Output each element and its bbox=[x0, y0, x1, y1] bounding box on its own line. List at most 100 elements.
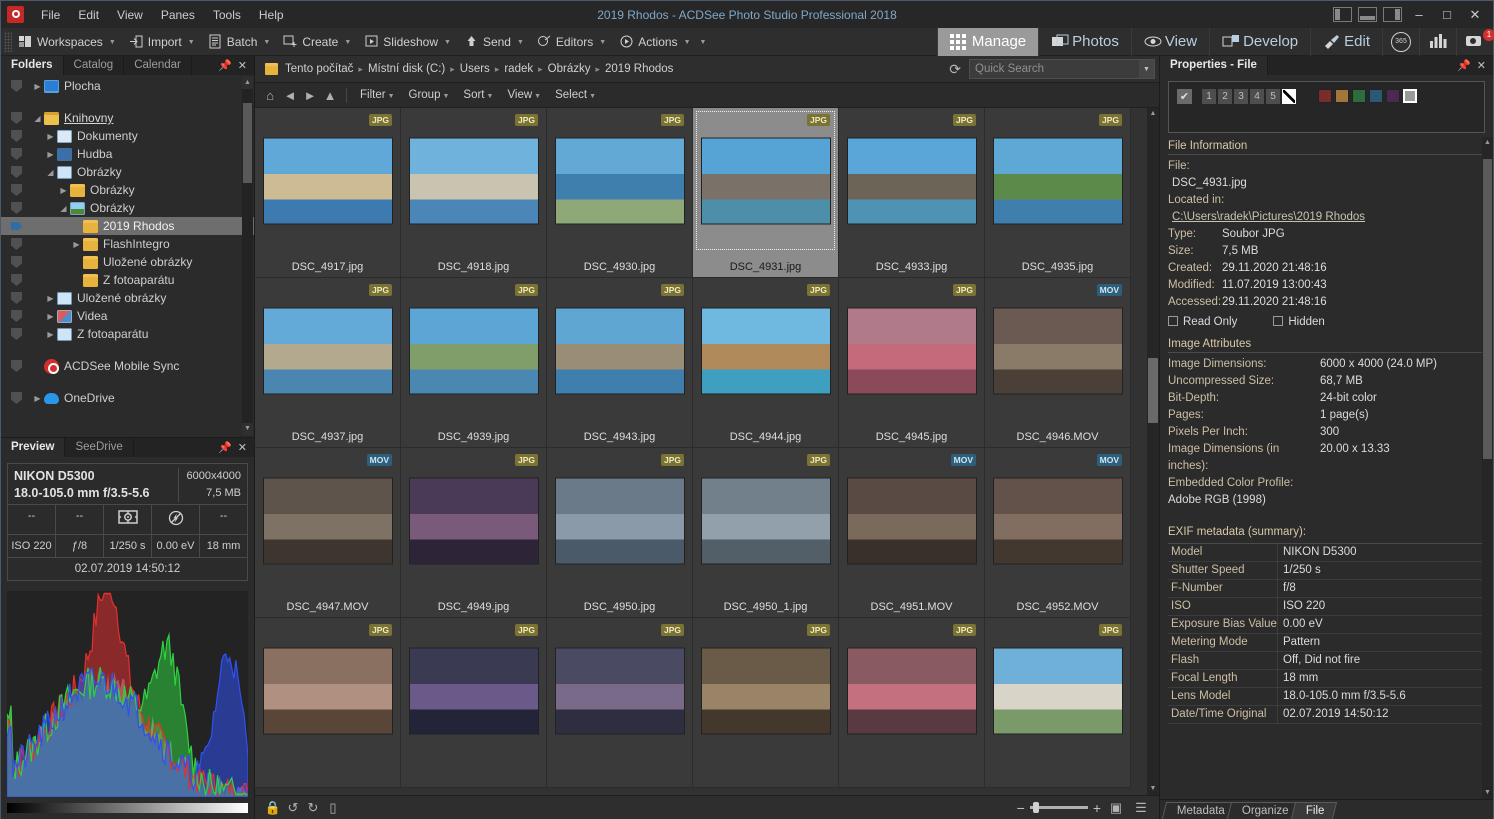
rating-5[interactable]: 5 bbox=[1266, 89, 1280, 104]
select-button[interactable]: Select ▼ bbox=[549, 87, 602, 103]
expander-right-icon[interactable]: ▶ bbox=[44, 330, 57, 339]
chevron-down-icon[interactable]: ▼ bbox=[109, 39, 116, 46]
rating-1[interactable]: 1 bbox=[1202, 89, 1216, 104]
scroll-down-icon[interactable]: ▼ bbox=[1147, 783, 1159, 795]
expander-right-icon[interactable]: ▶ bbox=[31, 82, 44, 91]
editors-button[interactable]: Editors ▼ bbox=[531, 31, 613, 52]
folder-badge-icon[interactable] bbox=[11, 256, 22, 268]
chevron-down-icon[interactable]: ▼ bbox=[344, 39, 351, 46]
workspaces-button[interactable]: Workspaces ▼ bbox=[12, 31, 123, 52]
expander-right-icon[interactable]: ▶ bbox=[44, 132, 57, 141]
thumbnail-cell[interactable]: MOV DSC_4951.MOV bbox=[839, 448, 985, 618]
thumbnail-cell[interactable]: JPG DSC_4918.jpg bbox=[401, 108, 547, 278]
toggle-left-panel-icon[interactable] bbox=[1333, 7, 1352, 22]
grid-scrollbar[interactable]: ▲ ▼ bbox=[1147, 108, 1159, 795]
mode-edit[interactable]: Edit bbox=[1310, 27, 1382, 56]
breadcrumb-segment[interactable]: Users bbox=[457, 61, 493, 77]
actions-button[interactable]: Actions ▼ bbox=[613, 31, 697, 52]
tab-seedrive[interactable]: SeeDrive bbox=[65, 438, 134, 457]
chevron-down-icon[interactable]: ▼ bbox=[517, 39, 524, 46]
checked-icon[interactable]: ✔ bbox=[1177, 89, 1192, 104]
zoom-slider-handle[interactable] bbox=[1032, 802, 1039, 813]
close-button[interactable]: ✕ bbox=[1461, 3, 1489, 27]
thumbnail-cell[interactable]: MOV DSC_4947.MOV bbox=[255, 448, 401, 618]
menu-view[interactable]: View bbox=[108, 4, 152, 26]
checkbox-icon[interactable] bbox=[1273, 316, 1284, 326]
folder-tree[interactable]: ▲ ▼ ▶ Plocha ◢ Knihovny ▶ Dokumenty ▶ Hudba ◢ Obr… bbox=[1, 75, 254, 437]
rating-2[interactable]: 2 bbox=[1218, 89, 1232, 104]
located-value-link[interactable]: C:\Users\radek\Pictures\2019 Rhodos bbox=[1168, 209, 1483, 226]
maximize-button[interactable]: □ bbox=[1433, 3, 1461, 27]
365-button[interactable]: 365 bbox=[1382, 27, 1419, 56]
notifications-button[interactable]: 1 bbox=[1456, 27, 1494, 56]
tree-item-plocha[interactable]: ▶ Plocha bbox=[1, 77, 254, 95]
menu-panes[interactable]: Panes bbox=[152, 4, 204, 26]
checkbox-icon[interactable] bbox=[1168, 316, 1178, 326]
rotate-left-icon[interactable]: ↺ bbox=[283, 799, 303, 817]
color-label-3[interactable] bbox=[1352, 89, 1366, 103]
tree-item-ulo-en-obr-zky[interactable]: ▶ Uložené obrázky bbox=[1, 289, 254, 307]
zoom-control[interactable]: − + ▣ ☰ bbox=[1017, 799, 1151, 817]
menu-help[interactable]: Help bbox=[250, 4, 293, 26]
thumbnail-cell[interactable]: JPG bbox=[985, 618, 1131, 788]
tab-metadata[interactable]: Metadata bbox=[1161, 802, 1238, 819]
create-button[interactable]: Create ▼ bbox=[277, 31, 358, 52]
tree-item-acdsee-mobile-sync[interactable]: ACDSee Mobile Sync bbox=[1, 357, 254, 375]
tab-preview[interactable]: Preview bbox=[1, 438, 66, 457]
breadcrumb-segment[interactable]: radek bbox=[501, 61, 536, 77]
expander-right-icon[interactable]: ▶ bbox=[57, 186, 70, 195]
color-label-4[interactable] bbox=[1369, 89, 1383, 103]
scroll-up-icon[interactable]: ▲ bbox=[242, 77, 253, 89]
slideshow-button[interactable]: Slideshow ▼ bbox=[358, 31, 458, 52]
home-icon[interactable]: ⌂ bbox=[261, 86, 279, 104]
expander-right-icon[interactable]: ▶ bbox=[44, 150, 57, 159]
toolbar-overflow-icon[interactable]: ▼ bbox=[700, 39, 707, 46]
thumbnail-cell[interactable]: JPG DSC_4949.jpg bbox=[401, 448, 547, 618]
thumbnail-cell[interactable]: JPG DSC_4931.jpg bbox=[693, 108, 839, 278]
tree-item-z-fotoapar-tu[interactable]: ▶ Z fotoaparátu bbox=[1, 325, 254, 343]
minimize-button[interactable]: – bbox=[1405, 3, 1433, 27]
tree-item-videa[interactable]: ▶ Videa bbox=[1, 307, 254, 325]
chevron-down-icon[interactable]: ▼ bbox=[388, 93, 395, 100]
expander-right-icon[interactable]: ▶ bbox=[44, 312, 57, 321]
menu-file[interactable]: File bbox=[32, 4, 69, 26]
breadcrumb-segment[interactable]: Tento počítač bbox=[282, 61, 356, 77]
folder-badge-icon[interactable] bbox=[11, 360, 22, 372]
pin-icon[interactable]: 📌 bbox=[218, 441, 232, 454]
mode-develop[interactable]: Develop bbox=[1209, 27, 1310, 56]
chevron-down-icon[interactable]: ▼ bbox=[684, 39, 691, 46]
tree-item-obr-zky[interactable]: ◢ Obrázky bbox=[1, 199, 254, 217]
folder-badge-icon[interactable] bbox=[11, 184, 22, 196]
thumbnail-cell[interactable]: JPG DSC_4950.jpg bbox=[547, 448, 693, 618]
tree-item-z-fotoapar-tu[interactable]: Z fotoaparátu bbox=[1, 271, 254, 289]
tab-catalog[interactable]: Catalog bbox=[64, 56, 125, 75]
chevron-down-icon[interactable]: ▼ bbox=[444, 39, 451, 46]
folder-badge-icon[interactable] bbox=[11, 328, 22, 340]
chevron-down-icon[interactable]: ▼ bbox=[599, 39, 606, 46]
color-label-5[interactable] bbox=[1386, 89, 1400, 103]
folder-badge-icon[interactable] bbox=[11, 274, 22, 286]
tab-file[interactable]: File bbox=[1290, 802, 1337, 819]
batch-button[interactable]: Batch ▼ bbox=[202, 31, 278, 52]
breadcrumb-segment[interactable]: Místní disk (C:) bbox=[365, 61, 448, 77]
grid-scroll-thumb[interactable] bbox=[1148, 358, 1158, 423]
thumbnail-cell[interactable]: JPG DSC_4917.jpg bbox=[255, 108, 401, 278]
folder-badge-icon[interactable] bbox=[11, 130, 22, 142]
thumbnail-cell[interactable]: JPG bbox=[401, 618, 547, 788]
properties-scroll-area[interactable]: File Information File: DSC_4931.jpg Loca… bbox=[1160, 137, 1493, 799]
search-dropdown-icon[interactable]: ▼ bbox=[1139, 60, 1154, 78]
scroll-up-icon[interactable]: ▲ bbox=[1147, 108, 1159, 120]
folder-badge-icon[interactable] bbox=[11, 148, 22, 160]
forward-icon[interactable]: ► bbox=[301, 86, 319, 104]
mode-photos[interactable]: Photos bbox=[1038, 27, 1131, 56]
expander-right-icon[interactable]: ▶ bbox=[44, 294, 57, 303]
refresh-icon[interactable]: ⟳ bbox=[941, 61, 969, 78]
expander-down-icon[interactable]: ◢ bbox=[44, 168, 57, 177]
menu-tools[interactable]: Tools bbox=[204, 4, 250, 26]
properties-scroll-thumb[interactable] bbox=[1483, 159, 1492, 459]
color-label-2[interactable] bbox=[1335, 89, 1349, 103]
toolbar-grip[interactable] bbox=[4, 31, 12, 52]
thumbnail-cell[interactable]: JPG DSC_4937.jpg bbox=[255, 278, 401, 448]
rating-stars[interactable]: 1 2 3 4 5 bbox=[1202, 89, 1296, 104]
rotate-right-icon[interactable]: ↻ bbox=[303, 799, 323, 817]
